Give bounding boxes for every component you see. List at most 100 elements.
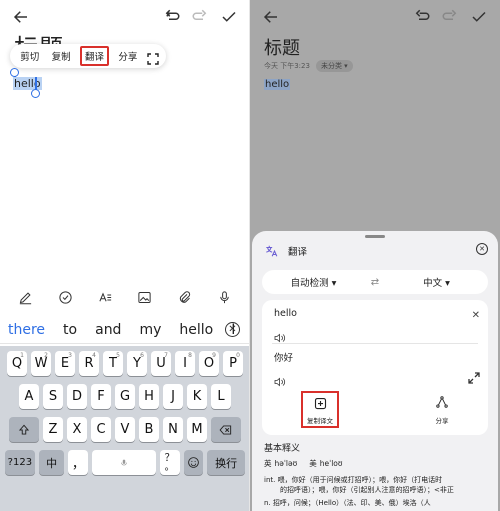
right-top-bar bbox=[250, 0, 500, 34]
key-t[interactable]: 5T bbox=[103, 351, 123, 376]
key-a[interactable]: A bbox=[19, 384, 39, 409]
us-label: 美 bbox=[309, 459, 317, 468]
expand-menu-icon[interactable] bbox=[147, 50, 159, 65]
key-d[interactable]: D bbox=[67, 384, 87, 409]
numbers-key[interactable]: ?123 bbox=[5, 450, 35, 475]
checklist-icon[interactable] bbox=[57, 289, 73, 305]
source-text[interactable]: hello bbox=[274, 308, 297, 319]
punctuation-key[interactable]: ？。 bbox=[159, 450, 180, 475]
suggestion-item[interactable]: to bbox=[63, 322, 77, 338]
key-g[interactable]: G bbox=[115, 384, 135, 409]
key-number-hint: 6 bbox=[140, 352, 144, 359]
text-context-menu: 剪切 复制 翻译 分享 bbox=[10, 44, 166, 68]
uk-label: 英 bbox=[264, 459, 272, 468]
suggestion-item[interactable]: my bbox=[139, 322, 161, 338]
key-b[interactable]: B bbox=[139, 417, 159, 442]
redo-icon[interactable] bbox=[441, 8, 459, 26]
category-label: 未分类 bbox=[320, 62, 342, 70]
selection-end-handle[interactable] bbox=[31, 89, 40, 98]
uk-phonetic-text: həˈləʊ bbox=[274, 459, 298, 468]
backspace-key[interactable] bbox=[211, 417, 241, 442]
close-suggestions-icon[interactable]: ✕ bbox=[225, 322, 240, 337]
key-x[interactable]: X bbox=[67, 417, 87, 442]
category-dropdown[interactable]: 未分类 ▾ bbox=[315, 60, 353, 72]
fullscreen-icon[interactable] bbox=[468, 369, 480, 384]
comma-key[interactable]: ， bbox=[68, 450, 89, 475]
key-p[interactable]: 0P bbox=[223, 351, 243, 376]
key-m[interactable]: M bbox=[187, 417, 207, 442]
us-phonetic[interactable]: 美 heˈloʊ bbox=[309, 458, 342, 469]
language-key[interactable]: 中 bbox=[38, 450, 65, 475]
key-o[interactable]: 9O bbox=[199, 351, 219, 376]
key-y[interactable]: 6Y bbox=[127, 351, 147, 376]
key-s[interactable]: S bbox=[43, 384, 63, 409]
back-arrow-icon[interactable] bbox=[12, 8, 30, 26]
definition-line: n. 招呼，问候；（Hello）（法、印、美、俄）埃洛（人 bbox=[264, 499, 431, 507]
swap-languages-icon[interactable]: ⇄ bbox=[365, 277, 385, 288]
key-l[interactable]: L bbox=[211, 384, 231, 409]
target-language-dropdown[interactable]: 中文 ▾ bbox=[385, 275, 488, 289]
key-number-hint: 3 bbox=[68, 352, 72, 359]
source-language-dropdown[interactable]: 自动检测 ▾ bbox=[262, 275, 365, 289]
key-k[interactable]: K bbox=[187, 384, 207, 409]
key-w[interactable]: 2W bbox=[31, 351, 51, 376]
check-icon[interactable] bbox=[470, 8, 488, 26]
key-c[interactable]: C bbox=[91, 417, 111, 442]
translated-text[interactable]: 你好 bbox=[274, 350, 293, 364]
shift-key[interactable] bbox=[9, 417, 39, 442]
speaker-icon[interactable] bbox=[274, 372, 286, 387]
redo-icon[interactable] bbox=[191, 8, 209, 26]
key-h[interactable]: H bbox=[139, 384, 159, 409]
close-icon[interactable]: ✕ bbox=[476, 243, 488, 255]
key-v[interactable]: V bbox=[115, 417, 135, 442]
keyboard-row-1: 1Q2W3E4R5T6Y7U8I9O0P bbox=[3, 351, 247, 376]
share-menu-item[interactable]: 分享 bbox=[115, 47, 140, 65]
suggestion-item[interactable]: and bbox=[95, 322, 121, 338]
speaker-icon[interactable] bbox=[274, 328, 286, 343]
note-time: 今天 下午3:23 bbox=[264, 62, 310, 70]
key-z[interactable]: Z bbox=[43, 417, 63, 442]
attachment-icon[interactable] bbox=[176, 289, 192, 305]
translate-menu-item[interactable]: 翻译 bbox=[79, 46, 109, 66]
note-title[interactable]: 标题 bbox=[264, 34, 300, 60]
key-n[interactable]: N bbox=[163, 417, 183, 442]
undo-icon[interactable] bbox=[413, 8, 431, 26]
copy-add-icon bbox=[312, 395, 328, 411]
key-q[interactable]: 1Q bbox=[7, 351, 27, 376]
pen-icon[interactable] bbox=[18, 289, 34, 305]
copy-translation-highlight: 复制译文 bbox=[301, 391, 339, 428]
clear-source-icon[interactable]: ✕ bbox=[472, 310, 480, 321]
suggestion-item[interactable]: hello bbox=[179, 322, 213, 338]
sheet-drag-handle[interactable] bbox=[365, 235, 385, 238]
enter-key[interactable]: 换行 bbox=[207, 450, 245, 475]
key-u[interactable]: 7U bbox=[151, 351, 171, 376]
copy-menu-item[interactable]: 复制 bbox=[49, 47, 74, 65]
copy-translation-button[interactable]: 复制译文 bbox=[290, 391, 350, 428]
space-key[interactable] bbox=[92, 450, 156, 475]
emoji-key[interactable] bbox=[183, 450, 204, 475]
key-f[interactable]: F bbox=[91, 384, 111, 409]
key-e[interactable]: 3E bbox=[55, 351, 75, 376]
key-r[interactable]: 4R bbox=[79, 351, 99, 376]
key-number-hint: 0 bbox=[236, 352, 240, 359]
microphone-icon[interactable] bbox=[216, 289, 232, 305]
undo-icon[interactable] bbox=[163, 8, 181, 26]
keyboard-row-4: ?123 中 ， ？。 换行 bbox=[3, 450, 247, 475]
suggestion-item[interactable]: there bbox=[8, 322, 45, 338]
key-j[interactable]: J bbox=[163, 384, 183, 409]
back-arrow-icon[interactable] bbox=[262, 8, 280, 26]
cut-menu-item[interactable]: 剪切 bbox=[17, 47, 42, 65]
key-i[interactable]: 8I bbox=[175, 351, 195, 376]
key-number-hint: 8 bbox=[188, 352, 192, 359]
keyboard: 1Q2W3E4R5T6Y7U8I9O0P ASDFGHJKL ZXCVBNM ?… bbox=[0, 346, 249, 511]
definition-title: 基本释义 bbox=[264, 444, 301, 454]
copy-translation-label: 复制译文 bbox=[307, 417, 333, 425]
selected-text[interactable]: hello bbox=[264, 79, 291, 90]
image-icon[interactable] bbox=[137, 289, 153, 305]
keyboard-suggestion-bar: there to and my hello I ✕ bbox=[0, 316, 249, 344]
share-button[interactable]: 分享 bbox=[412, 391, 472, 425]
uk-phonetic[interactable]: 英 həˈləʊ bbox=[264, 458, 297, 469]
check-icon[interactable] bbox=[220, 8, 238, 26]
text-format-icon[interactable] bbox=[97, 289, 113, 305]
selected-text[interactable]: hello bbox=[13, 77, 42, 90]
